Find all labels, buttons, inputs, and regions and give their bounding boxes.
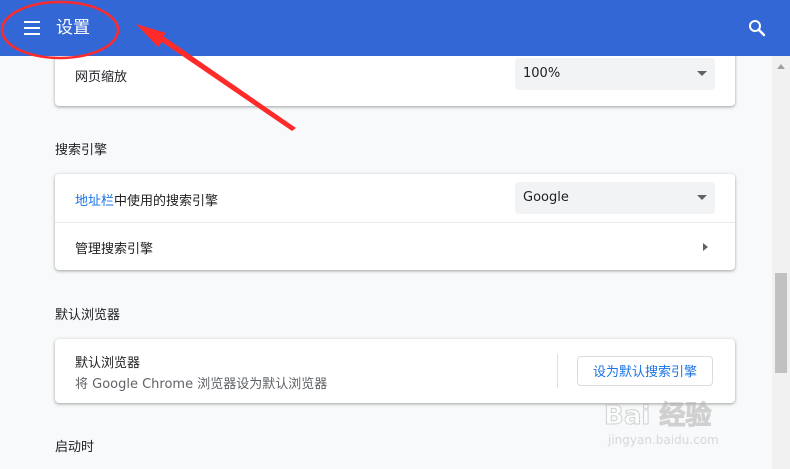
manage-search-engines-row[interactable]: 管理搜索引擎: [55, 223, 735, 270]
dropdown-caret-icon: [697, 195, 707, 200]
page-zoom-value: 100%: [523, 66, 561, 81]
search-engine-select[interactable]: Google: [515, 182, 715, 214]
chevron-right-icon: [703, 243, 708, 251]
settings-window: 设置 网页缩放 100% 搜索引擎 地址栏中使用的搜索引擎 Google 管理搜…: [0, 0, 790, 469]
scroll-up-arrow-icon[interactable]: [777, 64, 785, 69]
scrollbar[interactable]: [772, 56, 790, 469]
appearance-card: 网页缩放 100%: [55, 56, 735, 106]
search-engine-value: Google: [523, 190, 569, 205]
address-bar-link[interactable]: 地址栏: [75, 194, 114, 209]
page-zoom-row: 网页缩放 100%: [55, 56, 735, 106]
page-zoom-label: 网页缩放: [75, 70, 128, 85]
on-startup-section-title: 启动时: [55, 440, 95, 455]
dropdown-caret-icon: [697, 71, 707, 76]
header-bar: 设置: [0, 0, 790, 56]
address-bar-engine-label: 中使用的搜索引擎: [114, 194, 219, 209]
watermark-brand: Bai 经验: [603, 401, 712, 432]
default-browser-subtitle: 将 Google Chrome 浏览器设为默认浏览器: [75, 377, 328, 392]
vertical-separator: [557, 354, 558, 388]
make-default-button[interactable]: 设为默认搜索引擎: [577, 356, 713, 386]
manage-search-engines-label: 管理搜索引擎: [75, 242, 154, 257]
default-browser-section-title: 默认浏览器: [55, 308, 121, 323]
baidu-jingyan-watermark: Bai 经验 jingyan.baidu.com: [603, 395, 754, 455]
search-engine-card: 地址栏中使用的搜索引擎 Google 管理搜索引擎: [55, 174, 735, 270]
page-zoom-select[interactable]: 100%: [515, 58, 715, 90]
watermark-url: jingyan.baidu.com: [608, 433, 719, 447]
search-icon[interactable]: [744, 15, 770, 41]
address-bar-engine-row: 地址栏中使用的搜索引擎 Google: [55, 174, 735, 222]
scroll-thumb[interactable]: [775, 273, 787, 373]
default-browser-card: 默认浏览器 将 Google Chrome 浏览器设为默认浏览器 设为默认搜索引…: [55, 339, 735, 403]
search-engine-section-title: 搜索引擎: [55, 143, 108, 158]
hamburger-menu-icon[interactable]: [16, 14, 44, 42]
page-title: 设置: [56, 18, 90, 38]
default-browser-title: 默认浏览器: [75, 356, 141, 371]
